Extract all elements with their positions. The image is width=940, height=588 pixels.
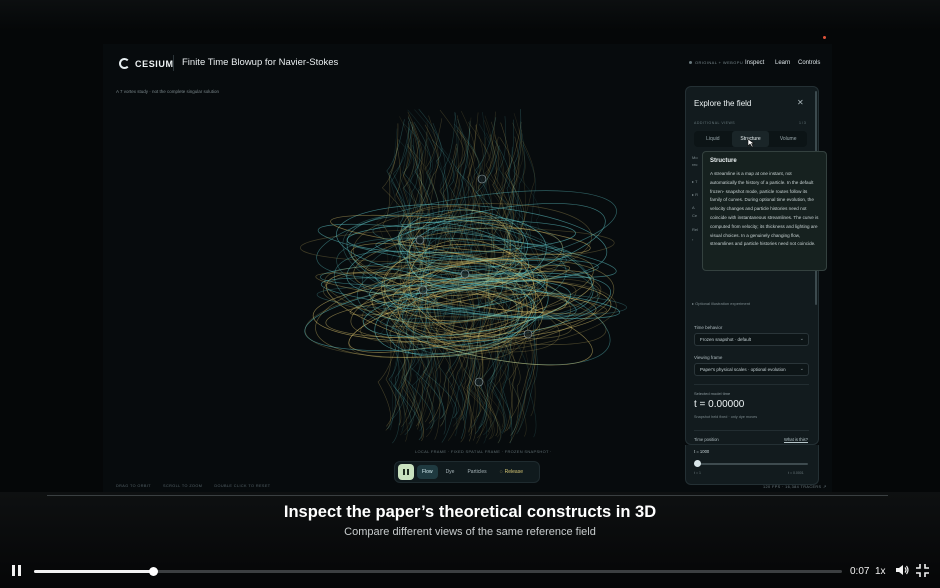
caption-title: Inspect the paper’s theoretical construc…	[283, 503, 657, 521]
ghost-text: rec	[692, 162, 698, 167]
panel-subheader: ADDITIONAL VIEWS	[694, 121, 736, 125]
seek-progress	[34, 570, 153, 573]
probe-marker[interactable]	[523, 329, 533, 339]
time-position-label: Time position	[694, 437, 719, 442]
selected-time-note: Snapshot held fixed · only dye moves	[694, 415, 758, 419]
probe-marker[interactable]	[460, 269, 470, 279]
pause-icon	[403, 469, 405, 475]
player-controls: 0:07 1x	[0, 556, 940, 588]
particles-button[interactable]: Particles	[462, 465, 491, 479]
ghost-text: Rel	[692, 227, 699, 232]
tab-volume[interactable]: Volume	[769, 131, 807, 147]
chevron-down-icon: ⌄	[799, 366, 804, 372]
ghost-text: Mo	[692, 155, 698, 160]
what-is-this-link[interactable]: What is this?	[784, 437, 808, 442]
time-slider-value: t = 1000	[694, 449, 710, 454]
time-behavior-select[interactable]: Frozen snapshot · default ⌄	[694, 333, 809, 346]
chevron-down-icon: ⌄	[799, 336, 804, 342]
caption-subtitle: Compare different views of the same refe…	[344, 526, 596, 538]
panel-divider	[694, 430, 809, 431]
selected-time-label: Selected model time	[694, 391, 731, 396]
panel-subheader-count: 1 / 3	[799, 121, 806, 125]
ghost-text: ‹	[692, 237, 694, 242]
viewing-frame-select[interactable]: Paper's physical scales · optional evolu…	[694, 363, 809, 376]
time-slider-max: t = 0.0001	[788, 471, 804, 475]
seek-thumb[interactable]	[148, 567, 158, 576]
probe-marker[interactable]	[477, 174, 487, 184]
exit-fullscreen-icon[interactable]	[916, 564, 929, 577]
recording-dot-icon	[823, 36, 826, 39]
release-button[interactable]: ◌ Release	[495, 465, 528, 479]
panel-divider	[694, 384, 809, 385]
time-slider-section: t = 1000 t = 1 t = 0.0001	[685, 445, 819, 485]
hint-orbit: DRAG TO ORBIT	[116, 484, 152, 488]
video-player: CESIUM Finite Time Blowup for Navier-Sto…	[0, 0, 940, 588]
pause-icon[interactable]	[10, 563, 24, 577]
tooltip-body: A streamline is a map at one instant, no…	[710, 171, 819, 247]
top-shade	[0, 0, 940, 30]
tab-liquid[interactable]: Liquid	[694, 131, 732, 147]
playback-toolbar: Flow Dye Particles ◌ Release	[394, 461, 540, 483]
tooltip-title: Structure	[710, 158, 737, 164]
probe-marker[interactable]	[415, 235, 425, 245]
release-label: Release	[504, 469, 523, 475]
interaction-hints: DRAG TO ORBIT SCROLL TO ZOOM DOUBLE CLIC…	[116, 484, 270, 488]
structure-tooltip: Structure A streamline is a map at one i…	[702, 151, 827, 271]
close-icon[interactable]: ✕	[797, 98, 804, 107]
panel-title: Explore the field	[694, 99, 752, 108]
dye-button[interactable]: Dye	[441, 465, 460, 479]
ghost-text: A	[692, 205, 695, 210]
ghost-text: ▸ R	[692, 192, 699, 197]
flow-button[interactable]: Flow	[417, 465, 438, 479]
probe-marker[interactable]	[474, 377, 484, 387]
current-time: 0:07	[850, 566, 870, 577]
time-slider-thumb[interactable]	[694, 460, 701, 467]
volume-icon[interactable]	[895, 563, 909, 577]
time-behavior-label: Time behavior	[694, 325, 723, 330]
viewing-frame-label: Viewing frame	[694, 355, 723, 360]
ghost-text: Ce	[692, 213, 698, 218]
optional-experiment-toggle[interactable]: ▸ Optional illustration experiment	[692, 301, 750, 306]
mouse-cursor-icon	[747, 138, 755, 148]
drop-icon: ◌	[499, 469, 503, 475]
ghost-text: ▸ T	[692, 179, 698, 184]
time-slider-min: t = 1	[694, 471, 701, 475]
viewing-frame-value: Paper's physical scales · optional evolu…	[700, 367, 786, 372]
caption-divider	[47, 495, 888, 496]
frame-label: LOCAL FRAME · FIXED SPATIAL FRAME · FROZ…	[415, 449, 552, 454]
playback-speed-button[interactable]: 1x	[875, 566, 886, 577]
time-behavior-value: Frozen snapshot · default	[700, 337, 752, 342]
selected-time-value: t = 0.00000	[694, 399, 745, 410]
hint-reset: DOUBLE CLICK TO RESET	[214, 484, 271, 488]
probe-marker[interactable]	[418, 285, 428, 295]
time-slider-track[interactable]	[696, 463, 808, 465]
hint-zoom: SCROLL TO ZOOM	[163, 484, 203, 488]
pause-button[interactable]	[398, 464, 414, 480]
